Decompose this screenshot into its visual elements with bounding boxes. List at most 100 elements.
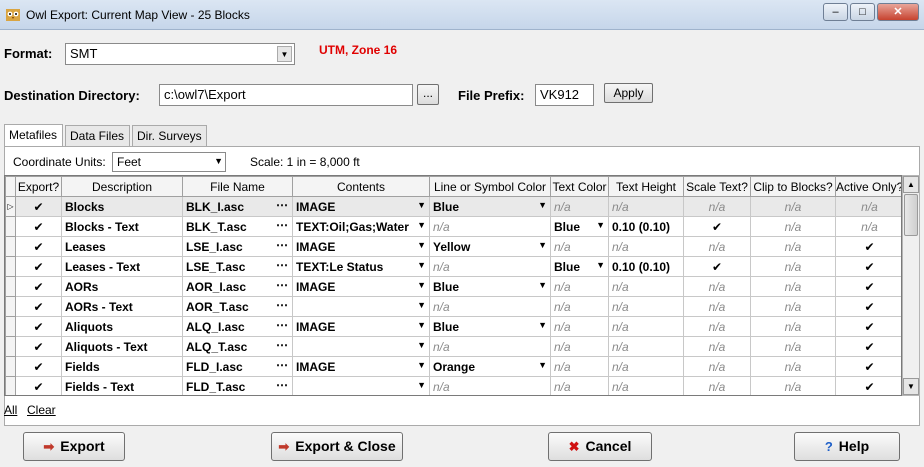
column-header-line-color[interactable]: Line or Symbol Color bbox=[429, 176, 551, 197]
active-only-checkbox[interactable]: ✔ bbox=[835, 316, 901, 337]
table-row[interactable]: ✔ Aliquots - Text ALQ_T.asc ⋯ ▼ n/a n/a n/a n/a n… bbox=[5, 336, 901, 357]
chevron-down-icon[interactable]: ▼ bbox=[417, 300, 426, 310]
clip-to-blocks-cell[interactable]: n/a bbox=[750, 276, 836, 297]
line-color-cell[interactable]: n/a bbox=[429, 256, 551, 277]
column-header-clip-to-blocks[interactable]: Clip to Blocks? bbox=[750, 176, 836, 197]
scale-text-checkbox[interactable]: n/a bbox=[683, 336, 751, 357]
chevron-down-icon[interactable]: ▼ bbox=[538, 240, 547, 250]
file-name-cell[interactable]: ALQ_T.asc ⋯ bbox=[182, 336, 293, 357]
export-checkbox[interactable]: ✔ bbox=[15, 316, 62, 337]
clip-to-blocks-cell[interactable]: n/a bbox=[750, 256, 836, 277]
active-only-checkbox[interactable]: ✔ bbox=[835, 276, 901, 297]
contents-cell[interactable]: IMAGE ▼ bbox=[292, 236, 430, 257]
column-header-file-name[interactable]: File Name bbox=[182, 176, 293, 197]
text-height-cell[interactable]: n/a bbox=[608, 196, 684, 217]
text-height-cell[interactable]: n/a bbox=[608, 356, 684, 377]
clip-to-blocks-cell[interactable]: n/a bbox=[750, 236, 836, 257]
browse-ellipsis-icon[interactable]: ⋯ bbox=[276, 358, 288, 372]
export-checkbox[interactable]: ✔ bbox=[15, 356, 62, 377]
active-only-checkbox[interactable]: ✔ bbox=[835, 356, 901, 377]
clip-to-blocks-cell[interactable]: n/a bbox=[750, 296, 836, 317]
file-name-cell[interactable]: LSE_T.asc ⋯ bbox=[182, 256, 293, 277]
maximize-button[interactable]: □ bbox=[850, 3, 875, 21]
active-only-checkbox[interactable]: ✔ bbox=[835, 376, 901, 395]
scale-text-checkbox[interactable]: n/a bbox=[683, 276, 751, 297]
text-color-cell[interactable]: n/a bbox=[550, 276, 609, 297]
table-row[interactable]: ✔ Leases LSE_I.asc ⋯ IMAGE ▼ Yellow ▼ n/a n/a n/a n… bbox=[5, 236, 901, 257]
text-height-cell[interactable]: n/a bbox=[608, 376, 684, 395]
text-height-cell[interactable]: 0.10 (0.10) bbox=[608, 216, 684, 237]
file-name-cell[interactable]: LSE_I.asc ⋯ bbox=[182, 236, 293, 257]
file-name-cell[interactable]: FLD_T.asc ⋯ bbox=[182, 376, 293, 395]
chevron-down-icon[interactable]: ▼ bbox=[417, 340, 426, 350]
table-row[interactable]: ✔ Fields FLD_I.asc ⋯ IMAGE ▼ Orange ▼ n/a n/a n/a n… bbox=[5, 356, 901, 377]
scale-text-checkbox[interactable]: n/a bbox=[683, 376, 751, 395]
active-only-checkbox[interactable]: n/a bbox=[835, 216, 901, 237]
text-height-cell[interactable]: 0.10 (0.10) bbox=[608, 256, 684, 277]
contents-cell[interactable]: ▼ bbox=[292, 296, 430, 317]
chevron-down-icon[interactable]: ▼ bbox=[417, 260, 426, 270]
scroll-thumb[interactable] bbox=[904, 194, 918, 236]
text-color-cell[interactable]: n/a bbox=[550, 236, 609, 257]
column-header-text-height[interactable]: Text Height bbox=[608, 176, 684, 197]
clip-to-blocks-cell[interactable]: n/a bbox=[750, 196, 836, 217]
column-header-active-only[interactable]: Active Only? bbox=[835, 176, 901, 197]
contents-cell[interactable]: IMAGE ▼ bbox=[292, 316, 430, 337]
table-row[interactable]: ✔ Aliquots ALQ_I.asc ⋯ IMAGE ▼ Blue ▼ n/a n/a n/a n… bbox=[5, 316, 901, 337]
browse-ellipsis-icon[interactable]: ⋯ bbox=[276, 378, 288, 392]
table-row[interactable]: ✔ Leases - Text LSE_T.asc ⋯ TEXT:Le Status ▼ n… bbox=[5, 256, 901, 277]
scale-text-checkbox[interactable]: n/a bbox=[683, 356, 751, 377]
text-color-cell[interactable]: n/a bbox=[550, 376, 609, 395]
line-color-cell[interactable]: n/a bbox=[429, 336, 551, 357]
export-checkbox[interactable]: ✔ bbox=[15, 196, 62, 217]
file-name-cell[interactable]: BLK_T.asc ⋯ bbox=[182, 216, 293, 237]
browse-ellipsis-icon[interactable]: ⋯ bbox=[276, 338, 288, 352]
scroll-up-icon[interactable]: ▲ bbox=[903, 176, 919, 193]
text-height-cell[interactable]: n/a bbox=[608, 336, 684, 357]
column-header-text-color[interactable]: Text Color bbox=[550, 176, 609, 197]
column-header-description[interactable]: Description bbox=[61, 176, 183, 197]
chevron-down-icon[interactable]: ▼ bbox=[417, 320, 426, 330]
file-name-cell[interactable]: FLD_I.asc ⋯ bbox=[182, 356, 293, 377]
export-checkbox[interactable]: ✔ bbox=[15, 256, 62, 277]
line-color-cell[interactable]: Blue ▼ bbox=[429, 276, 551, 297]
clip-to-blocks-cell[interactable]: n/a bbox=[750, 336, 836, 357]
text-color-cell[interactable]: n/a bbox=[550, 356, 609, 377]
browse-ellipsis-icon[interactable]: ⋯ bbox=[276, 198, 288, 212]
active-only-checkbox[interactable]: ✔ bbox=[835, 296, 901, 317]
line-color-cell[interactable]: Blue ▼ bbox=[429, 316, 551, 337]
text-height-cell[interactable]: n/a bbox=[608, 296, 684, 317]
export-close-button[interactable]: ➡ Export & Close bbox=[271, 432, 403, 461]
active-only-checkbox[interactable]: ✔ bbox=[835, 236, 901, 257]
active-only-checkbox[interactable]: ✔ bbox=[835, 256, 901, 277]
table-row[interactable]: ▷ ✔ Blocks BLK_I.asc ⋯ IMAGE ▼ Blue ▼ n/a n/a n/a n/… bbox=[5, 196, 901, 217]
file-name-cell[interactable]: AOR_I.asc ⋯ bbox=[182, 276, 293, 297]
vertical-scrollbar[interactable]: ▲ ▼ bbox=[902, 175, 920, 396]
tab-dir-surveys[interactable]: Dir. Surveys bbox=[132, 125, 207, 147]
browse-ellipsis-icon[interactable]: ⋯ bbox=[276, 238, 288, 252]
close-button[interactable]: ✕ bbox=[877, 3, 919, 21]
contents-cell[interactable]: ▼ bbox=[292, 376, 430, 395]
column-header-contents[interactable]: Contents bbox=[292, 176, 430, 197]
line-color-cell[interactable]: n/a bbox=[429, 216, 551, 237]
scale-text-checkbox[interactable]: n/a bbox=[683, 316, 751, 337]
export-checkbox[interactable]: ✔ bbox=[15, 296, 62, 317]
chevron-down-icon[interactable]: ▼ bbox=[417, 380, 426, 390]
minimize-button[interactable]: – bbox=[823, 3, 848, 21]
text-color-cell[interactable]: n/a bbox=[550, 316, 609, 337]
line-color-cell[interactable]: Orange ▼ bbox=[429, 356, 551, 377]
export-button[interactable]: ➡ Export bbox=[23, 432, 125, 461]
scale-text-checkbox[interactable]: n/a bbox=[683, 196, 751, 217]
scroll-down-icon[interactable]: ▼ bbox=[903, 378, 919, 395]
scale-text-checkbox[interactable]: n/a bbox=[683, 236, 751, 257]
contents-cell[interactable]: IMAGE ▼ bbox=[292, 196, 430, 217]
export-checkbox[interactable]: ✔ bbox=[15, 276, 62, 297]
table-row[interactable]: ✔ AORs AOR_I.asc ⋯ IMAGE ▼ Blue ▼ n/a n/a n/a n/a ✔ bbox=[5, 276, 901, 297]
browse-button[interactable]: ... bbox=[417, 84, 439, 105]
browse-ellipsis-icon[interactable]: ⋯ bbox=[276, 258, 288, 272]
contents-cell[interactable]: TEXT:Oil;Gas;Water ▼ bbox=[292, 216, 430, 237]
text-color-cell[interactable]: n/a bbox=[550, 196, 609, 217]
table-row[interactable]: ✔ Blocks - Text BLK_T.asc ⋯ TEXT:Oil;Gas;Wat… bbox=[5, 216, 901, 237]
table-row[interactable]: ✔ Fields - Text FLD_T.asc ⋯ ▼ n/a n/a n/a n/a n/a… bbox=[5, 376, 901, 395]
column-header-scale-text[interactable]: Scale Text? bbox=[683, 176, 751, 197]
